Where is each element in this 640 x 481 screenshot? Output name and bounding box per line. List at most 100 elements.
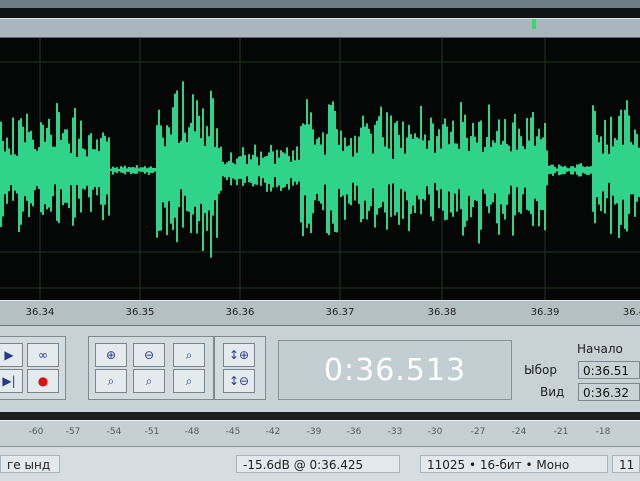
control-bar: ▶ ∞ ▶| ● ⊕ ⊖ ⌕ ⌕ ⌕ ⌕ ↕⊕ ↕⊖ 0:36.513 Нача… [0,326,640,412]
waveform-bar [506,143,508,205]
waveform-bar [372,153,374,189]
waveform-bar [612,146,614,196]
waveform-bar [198,115,200,222]
view-start-label: Вид [540,385,565,399]
waveform-bar [634,129,636,217]
vertical-zoom-in-button[interactable]: ↕⊕ [223,343,255,367]
meter-label: -57 [65,427,81,437]
waveform-bar [108,137,110,216]
waveform-bar [42,124,44,215]
waveform-bar [510,151,512,186]
zoom-left-button[interactable]: ⌕ [133,369,165,393]
play-button[interactable]: ▶ [0,343,23,367]
waveform-bar [342,151,344,196]
zoom-selection-button[interactable]: ⌕ [95,369,127,393]
waveform-bar [462,121,464,236]
waveform-bar [102,132,104,221]
waveform-bar [334,110,336,232]
waveform-bar [538,128,540,227]
meter-label: -30 [427,427,443,437]
meter-label: -45 [225,427,241,437]
waveform-bar [316,138,318,194]
waveform-bar [280,150,282,191]
waveform-bar [174,93,176,218]
waveform-bar [496,131,498,224]
waveform-bar [120,166,122,173]
loop-button[interactable]: ∞ [27,343,59,367]
waveform-bar [298,159,300,182]
waveform-bar [318,137,320,201]
time-ruler[interactable]: 36.34 36.35 36.36 36.37 36.38 36.39 36.4 [0,300,640,326]
waveform-bar [412,138,414,206]
waveform-bar [112,166,114,175]
zoom-out-button[interactable]: ⊖ [133,343,165,367]
waveform-bar [144,166,146,174]
waveform-bar [636,133,638,202]
waveform-bar [466,137,468,221]
zoom-in-button[interactable]: ⊕ [95,343,127,367]
record-button[interactable]: ● [27,369,59,393]
selection-start-label: Ыбор [524,363,557,377]
waveform-bar [310,112,312,234]
waveform-bar [274,163,276,178]
waveform-bar [266,155,268,192]
waveform-bar [540,139,542,210]
waveform-bar [624,109,626,229]
waveform-bar [362,115,364,219]
waveform-bar [504,119,506,220]
waveform-bar [208,136,210,211]
waveform-bar [74,107,76,218]
view-start-field[interactable]: 0:36.32 [578,383,640,401]
zoom-right-button[interactable]: ⌕ [173,369,205,393]
waveform-bar [402,121,404,219]
selection-start-field[interactable]: 0:36.51 [578,361,640,379]
waveform-bar [550,164,552,174]
skip-button[interactable]: ▶| [0,369,23,393]
waveform-bar [628,115,630,214]
waveform-bar [440,148,442,189]
waveform-bar [388,148,390,185]
waveform-bar [32,139,34,207]
waveform-canvas[interactable] [0,38,640,300]
waveform-bar [556,168,558,172]
waveform-bar [40,122,42,213]
horizontal-scrollbar[interactable] [0,18,640,38]
waveform-bar [76,156,78,185]
ruler-label: 36.35 [125,307,155,318]
vertical-zoom-out-button[interactable]: ↕⊖ [223,369,255,393]
waveform-bar [430,117,432,217]
waveform-bar [332,101,334,224]
waveform-bar [524,149,526,188]
waveform-bar [518,128,520,213]
waveform-bar [464,114,466,227]
waveform-bar [432,123,434,221]
waveform-bar [246,164,248,177]
waveform-bar [626,100,628,232]
ruler-label: 36.34 [25,307,55,318]
scroll-thumb[interactable] [532,19,536,29]
waveform-bar [366,123,368,220]
waveform-bar [186,141,188,211]
waveform-bar [446,126,448,220]
zoom-panel: ⊕ ⊖ ⌕ ⌕ ⌕ ⌕ [88,336,214,400]
waveform-bar [344,137,346,220]
waveform-view[interactable] [0,38,640,300]
waveform-bar [188,127,190,212]
waveform-bar [172,107,174,230]
waveform-bar [294,160,296,182]
waveform-bar [486,136,488,207]
waveform-bar [226,162,228,181]
waveform-bar [234,164,236,180]
waveform-bar [384,146,386,213]
waveform-bar [288,156,290,190]
waveform-bar [482,151,484,190]
waveform-bar [66,129,68,203]
zoom-full-button[interactable]: ⌕ [173,343,205,367]
waveform-bar [214,146,216,201]
waveform-bar [254,144,256,185]
waveform-bar [308,124,310,224]
waveform-bar [88,135,90,198]
loop-icon: ∞ [38,348,48,362]
waveform-bar [256,156,258,185]
waveform-bar [166,125,168,236]
